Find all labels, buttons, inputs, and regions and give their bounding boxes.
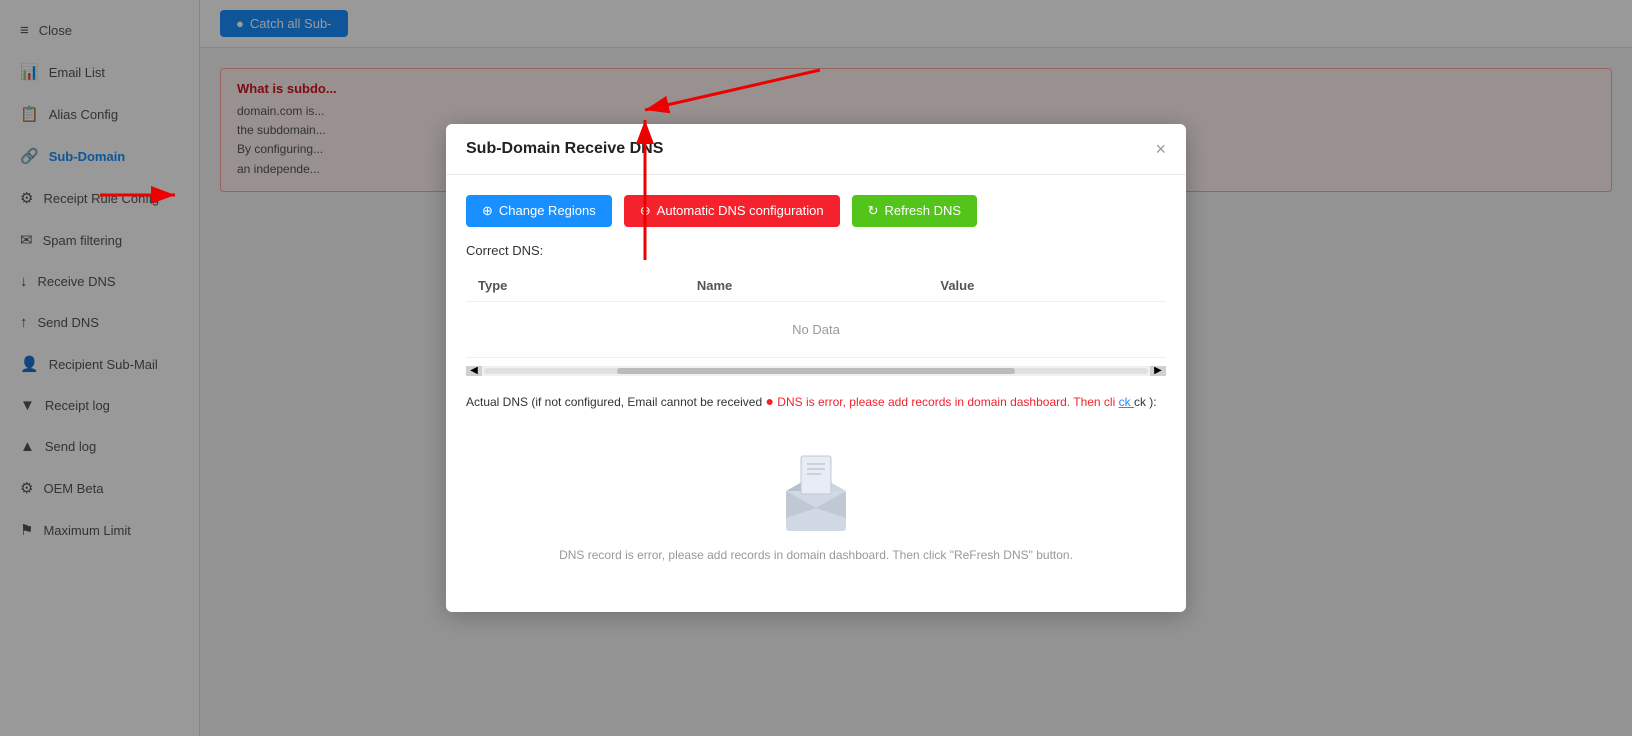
table-scroll-bar[interactable]: ◀ ▶	[466, 366, 1166, 376]
col-value: Value	[928, 270, 1166, 302]
click-link[interactable]: ck	[1119, 395, 1134, 409]
no-data-row: No Data	[466, 301, 1166, 357]
modal: Sub-Domain Receive DNS × ⊕ Change Region…	[446, 124, 1186, 612]
modal-overlay[interactable]: Sub-Domain Receive DNS × ⊕ Change Region…	[200, 0, 1632, 736]
empty-state: DNS record is error, please add records …	[466, 426, 1166, 592]
modal-buttons: ⊕ Change Regions ⊕ Automatic DNS configu…	[466, 195, 1166, 227]
modal-title: Sub-Domain Receive DNS	[466, 140, 663, 158]
scroll-arrow-left[interactable]: ◀	[466, 366, 482, 376]
auto-dns-button[interactable]: ⊕ Automatic DNS configuration	[624, 195, 840, 227]
modal-close-button[interactable]: ×	[1155, 140, 1166, 158]
dns-error-text: DNS is error, please add records in doma…	[777, 395, 1115, 409]
empty-state-text: DNS record is error, please add records …	[559, 548, 1073, 562]
correct-dns-label: Correct DNS:	[466, 243, 1166, 258]
change-regions-button[interactable]: ⊕ Change Regions	[466, 195, 612, 227]
auto-dns-icon: ⊕	[640, 203, 651, 219]
actual-dns-section: Actual DNS (if not configured, Email can…	[466, 390, 1166, 412]
modal-header: Sub-Domain Receive DNS ×	[446, 124, 1186, 175]
col-type: Type	[466, 270, 685, 302]
col-name: Name	[685, 270, 929, 302]
change-regions-icon: ⊕	[482, 203, 493, 219]
scroll-thumb[interactable]	[617, 368, 1015, 374]
dns-table: Type Name Value No Data	[466, 270, 1166, 358]
scroll-arrow-right[interactable]: ▶	[1150, 366, 1166, 376]
main-content: ● Catch all Sub- What is subdo... domain…	[200, 0, 1632, 736]
error-dot: ●	[765, 393, 773, 409]
no-data-cell: No Data	[466, 301, 1166, 357]
refresh-dns-button[interactable]: ↻ Refresh DNS	[852, 195, 977, 227]
refresh-dns-icon: ↻	[868, 203, 879, 219]
modal-body: ⊕ Change Regions ⊕ Automatic DNS configu…	[446, 175, 1186, 612]
empty-state-icon	[766, 446, 866, 536]
scroll-track[interactable]	[484, 368, 1148, 374]
